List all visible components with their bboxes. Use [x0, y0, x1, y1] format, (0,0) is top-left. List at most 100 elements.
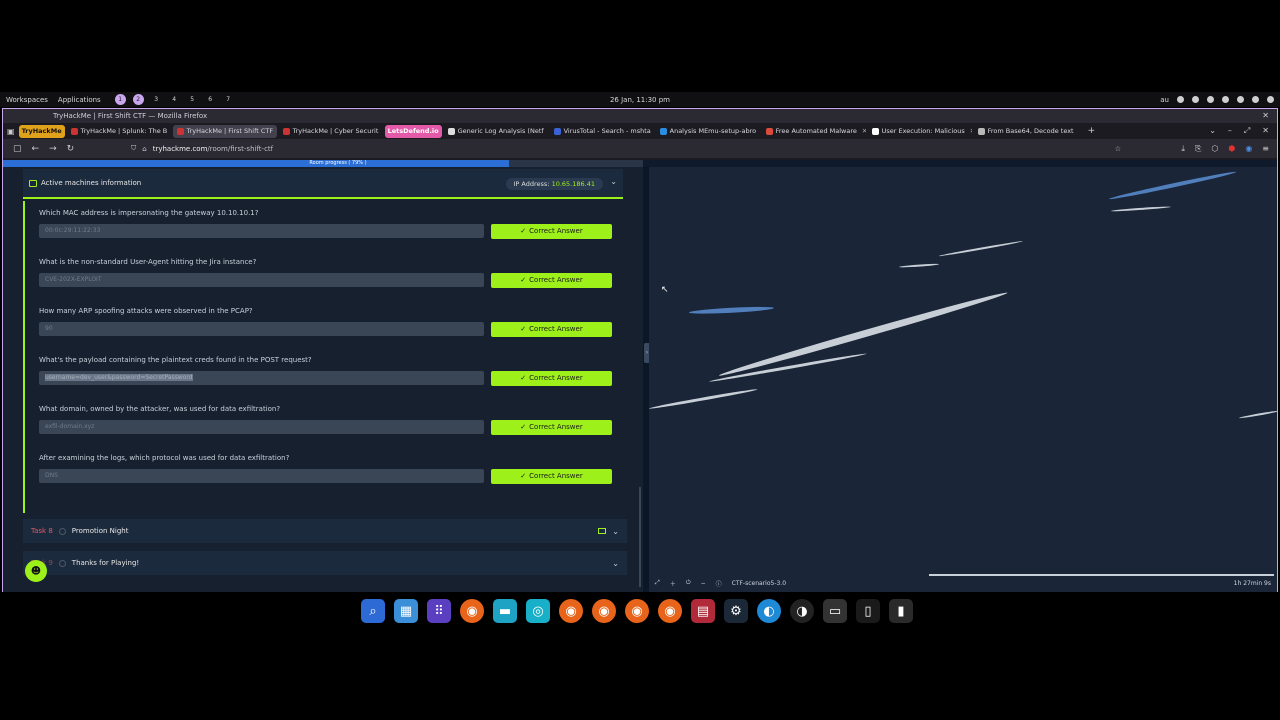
downloads-icon[interactable]: ⤓ [1181, 144, 1185, 154]
chevron-down-icon[interactable]: ⌄ [610, 177, 617, 186]
site-info-icon[interactable]: ⌂ [142, 145, 146, 153]
steam-icon[interactable]: ⚙ [724, 599, 748, 623]
firefox-window-icon[interactable]: ◉ [559, 599, 583, 623]
firefox-window-icon[interactable]: ◉ [625, 599, 649, 623]
screen-recorder-icon[interactable]: ▭ [823, 599, 847, 623]
tab-letsdefend-badge[interactable]: LetsDefend.io [384, 124, 442, 138]
power-icon[interactable] [1267, 96, 1274, 103]
correct-answer-button[interactable]: ✓ Correct Answer [491, 371, 612, 386]
minimize-icon[interactable]: – [1228, 126, 1232, 136]
sidebar-toggle-icon[interactable]: ▢ [13, 144, 22, 154]
ublock-icon[interactable]: ⬢ [1228, 144, 1235, 154]
bitwarden-icon[interactable]: ◉ [1245, 144, 1252, 154]
chevron-down-icon[interactable]: ⌄ [612, 559, 619, 568]
settings-app-icon[interactable]: ◎ [526, 599, 550, 623]
extensions-icon[interactable]: ⬡ [1211, 144, 1218, 154]
workspace-1[interactable]: 1 [114, 94, 126, 105]
vmware-icon[interactable]: ▤ [691, 599, 715, 623]
tab-virustotal[interactable]: VirusTotal - Search - mshta✕ [550, 125, 654, 138]
obs-icon[interactable]: ◑ [790, 599, 814, 623]
firefox-window-icon[interactable]: ◉ [658, 599, 682, 623]
bluetooth-icon[interactable] [1222, 96, 1229, 103]
task-number: Task 8 [31, 527, 53, 535]
tab-free-automated-malware[interactable]: Free Automated Malware ✕ [762, 125, 866, 138]
keyboard-layout[interactable]: au [1160, 96, 1169, 104]
answer-field[interactable]: 90 [39, 322, 484, 336]
power-icon[interactable]: ⏻ [686, 579, 691, 587]
files-icon[interactable]: ▬ [493, 599, 517, 623]
workspace-2[interactable]: 2 [132, 94, 144, 105]
info-icon[interactable]: ⓘ [716, 579, 722, 588]
lock-icon[interactable] [1252, 96, 1259, 103]
assistant-bot-icon[interactable]: ☻ [25, 560, 47, 582]
tab-splunk[interactable]: TryHackMe | Splunk: The B✕ [67, 125, 171, 138]
close-tab-icon[interactable]: ✕ [970, 127, 972, 135]
back-button[interactable]: ← [32, 144, 40, 154]
answer-field[interactable]: exfil-domain.xyz [39, 420, 484, 434]
firefox-window-icon[interactable]: ◉ [592, 599, 616, 623]
network-icon[interactable] [1177, 96, 1184, 103]
add-time-icon[interactable]: ＋ [670, 579, 676, 588]
display-icon[interactable] [1192, 96, 1199, 103]
volume-icon[interactable] [1207, 96, 1214, 103]
machine-icon [29, 179, 37, 187]
settings-icon[interactable] [1237, 96, 1244, 103]
menu-icon[interactable]: ≡ [1262, 144, 1269, 154]
tab-overflow-chevron-icon[interactable]: ⌄ [1209, 126, 1216, 136]
forward-button[interactable]: → [49, 144, 57, 154]
minus-icon[interactable]: − [701, 580, 706, 587]
maximize-icon[interactable]: ⤢ [1244, 126, 1250, 136]
tab-from-base64[interactable]: From Base64, Decode text✕ [974, 125, 1078, 138]
tab-list-icon[interactable]: ▣ [7, 127, 15, 136]
correct-answer-button[interactable]: ✓ Correct Answer [491, 224, 612, 239]
tab-strip: ▣ TryHackMe TryHackMe | Splunk: The B✕ T… [3, 123, 1277, 139]
search-app-icon[interactable]: ⌕ [361, 599, 385, 623]
answer-field[interactable]: CVE-202X-EXPLOIT [39, 273, 484, 287]
correct-answer-button[interactable]: ✓ Correct Answer [491, 322, 612, 337]
vm-screen[interactable]: ↖ ⤢ ＋ ⏻ − ⓘ CTF-scenario5-3.0 1h 27min 9… [649, 167, 1277, 592]
answer-field[interactable]: username=dev_user&password=SecretPasswor… [39, 371, 484, 385]
tab-label: Analysis MEmu-setup-abro [669, 127, 757, 135]
browser-icon[interactable]: ◐ [757, 599, 781, 623]
answer-field[interactable]: 00:0c:29:11:22:33 [39, 224, 484, 238]
correct-answer-button[interactable]: ✓ Correct Answer [491, 469, 612, 484]
tab-tryhackme-badge[interactable]: TryHackMe [18, 124, 65, 138]
screenshot-icon[interactable]: ⎘ [1195, 144, 1201, 154]
shield-icon[interactable]: ⛉ [131, 144, 136, 153]
firefox-icon[interactable]: ◉ [460, 599, 484, 623]
scrollbar[interactable] [639, 487, 641, 587]
correct-answer-button[interactable]: ✓ Correct Answer [491, 273, 612, 288]
task-8-header[interactable]: Task 8 Promotion Night ⌄ [23, 519, 627, 543]
workspace-7[interactable]: 7 [223, 94, 234, 105]
tab-cyber-security[interactable]: TryHackMe | Cyber Securit✕ [279, 125, 383, 138]
answer-field[interactable]: DNS [39, 469, 484, 483]
terminal-icon[interactable]: ▯ [856, 599, 880, 623]
bookmark-star-icon[interactable]: ☆ [1115, 145, 1121, 153]
close-icon[interactable]: ✕ [1262, 126, 1269, 136]
close-tab-icon[interactable]: ✕ [862, 127, 866, 135]
active-machines-header[interactable]: Active machines information IP Address: … [23, 169, 623, 199]
tab-analysis-memu[interactable]: Analysis MEmu-setup-abro✕ [656, 125, 760, 138]
fullscreen-icon[interactable]: ⤢ [655, 579, 660, 587]
workspace-6[interactable]: 6 [205, 94, 216, 105]
task-9-header[interactable]: Task 9 Thanks for Playing! ⌄ [23, 551, 627, 575]
correct-answer-button[interactable]: ✓ Correct Answer [491, 420, 612, 435]
tab-first-shift-ctf[interactable]: TryHackMe | First Shift CTF✕ [172, 124, 277, 138]
address-bar[interactable]: ⛉ ⌂ tryhackme.com/room/first-shift-ctf ☆ [131, 142, 1121, 155]
reload-button[interactable]: ↻ [67, 144, 75, 154]
app-grid-icon[interactable]: ⠿ [427, 599, 451, 623]
workspace-4[interactable]: 4 [169, 94, 180, 105]
workspace-3[interactable]: 3 [151, 94, 162, 105]
tab-generic-log-analysis[interactable]: Generic Log Analysis (Netf✕ [444, 125, 548, 138]
window-switcher-icon[interactable]: ▦ [394, 599, 418, 623]
tab-user-execution[interactable]: User Execution: Malicious ✕ [868, 125, 972, 138]
applications-menu[interactable]: Applications [58, 96, 101, 104]
terminal-icon[interactable]: ▮ [889, 599, 913, 623]
chevron-down-icon[interactable]: ⌄ [612, 527, 619, 536]
workspaces-menu[interactable]: Workspaces [6, 96, 48, 104]
analysis-icon [659, 127, 667, 135]
workspace-5[interactable]: 5 [187, 94, 198, 105]
ip-address-pill[interactable]: IP Address: 10.65.186.41 [505, 178, 603, 190]
close-window-icon[interactable]: ✕ [1262, 111, 1269, 120]
new-tab-button[interactable]: + [1088, 126, 1096, 136]
